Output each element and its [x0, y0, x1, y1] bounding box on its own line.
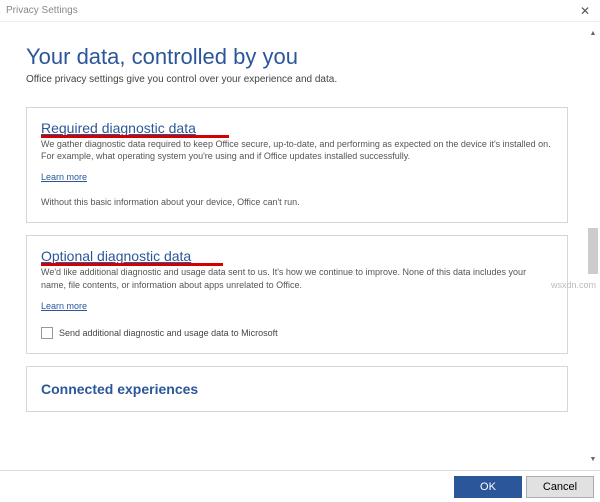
annotation-underline	[41, 135, 229, 138]
scrollbar[interactable]: ▲ ▼	[588, 28, 598, 464]
annotation-underline	[41, 263, 223, 266]
page-subtitle: Office privacy settings give you control…	[26, 74, 568, 85]
connected-card: Connected experiences	[26, 366, 568, 412]
required-title: Required diagnostic data	[41, 120, 196, 136]
required-desc: We gather diagnostic data required to ke…	[41, 138, 553, 162]
required-note: Without this basic information about you…	[41, 196, 553, 208]
optional-learn-more-link[interactable]: Learn more	[41, 301, 87, 311]
page-heading: Your data, controlled by you	[26, 44, 568, 70]
scroll-down-icon[interactable]: ▼	[588, 454, 598, 464]
connected-title: Connected experiences	[41, 381, 553, 397]
required-card: Required diagnostic data We gather diagn…	[26, 107, 568, 223]
optional-card: Optional diagnostic data We'd like addit…	[26, 235, 568, 353]
optional-desc: We'd like additional diagnostic and usag…	[41, 266, 553, 290]
required-learn-more-link[interactable]: Learn more	[41, 172, 87, 182]
window-title: Privacy Settings	[6, 5, 78, 16]
scrollbar-thumb[interactable]	[588, 228, 598, 274]
watermark: wsxdn.com	[551, 280, 596, 290]
title-bar: Privacy Settings ✕	[0, 0, 600, 22]
content-wrap: Your data, controlled by you Office priv…	[0, 22, 600, 470]
cancel-button[interactable]: Cancel	[526, 476, 594, 498]
ok-button[interactable]: OK	[454, 476, 522, 498]
scroll-up-icon[interactable]: ▲	[588, 28, 598, 38]
checkbox-label: Send additional diagnostic and usage dat…	[59, 328, 278, 338]
send-data-checkbox[interactable]	[41, 327, 53, 339]
optional-title: Optional diagnostic data	[41, 248, 191, 264]
close-icon[interactable]: ✕	[576, 4, 594, 18]
footer: OK Cancel	[0, 470, 600, 502]
scroll-area: Your data, controlled by you Office priv…	[0, 22, 586, 470]
checkbox-row: Send additional diagnostic and usage dat…	[41, 327, 553, 339]
